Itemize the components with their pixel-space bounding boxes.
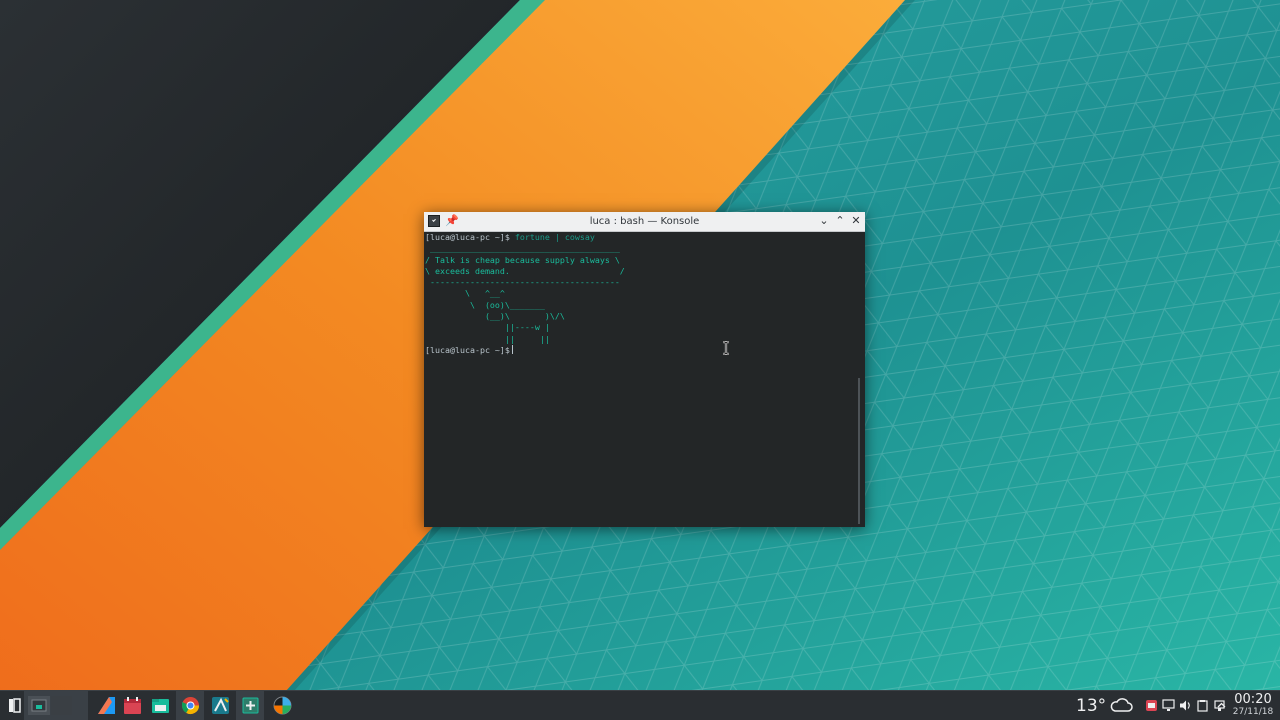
- terminal-output[interactable]: [luca@luca-pc ~]$ fortune | cowsay _____…: [425, 232, 855, 526]
- maximize-button[interactable]: ⌃: [833, 214, 847, 228]
- calendar-icon: [124, 697, 141, 714]
- expand-tray-icon[interactable]: [1215, 699, 1228, 712]
- command-line: [luca@luca-pc ~]$: [425, 344, 855, 356]
- weather-temperature[interactable]: 13°: [1076, 695, 1106, 717]
- ibeam-cursor-icon: [723, 341, 729, 355]
- cowsay-line: \ ^__^: [425, 288, 505, 299]
- command-text: fortune | cowsay: [509, 232, 595, 242]
- color-picker-button[interactable]: [268, 691, 296, 720]
- window-title: luca : bash — Konsole: [589, 216, 700, 227]
- prompt: [luca@luca-pc ~]$: [425, 232, 510, 242]
- color-icon: [273, 696, 292, 715]
- pager-icon: [28, 696, 72, 715]
- taskbar: 13° 00:20 27/11/18: [0, 690, 1280, 720]
- chromium-icon: [181, 697, 200, 715]
- cowsay-line: \ exceeds demand. /: [425, 265, 625, 276]
- desktop: 📌 luca : bash — Konsole ⌄ ⌃ ✕ [luca@luca…: [0, 0, 1280, 720]
- window-titlebar[interactable]: 📌 luca : bash — Konsole ⌄ ⌃ ✕: [424, 212, 865, 232]
- cloud-icon[interactable]: [1109, 696, 1133, 714]
- clipboard-icon[interactable]: [1196, 699, 1209, 712]
- cowsay-line: --------------------------------------: [425, 277, 620, 288]
- calendar-button[interactable]: [118, 691, 146, 720]
- add-icon: [242, 697, 259, 714]
- cowsay-line: ______________________________________: [425, 243, 620, 254]
- scrollbar-thumb[interactable]: [858, 378, 860, 524]
- text-cursor: [511, 344, 513, 354]
- close-button[interactable]: ✕: [849, 214, 863, 228]
- folder-icon: [152, 699, 169, 713]
- kate-button[interactable]: [92, 691, 120, 720]
- clock-time[interactable]: 00:20: [1228, 692, 1278, 707]
- add-widget-button[interactable]: [236, 691, 264, 720]
- kdevelop-icon: [212, 697, 229, 714]
- minimize-button[interactable]: ⌄: [817, 214, 831, 228]
- dolphin-button[interactable]: [146, 691, 174, 720]
- display-icon[interactable]: [1162, 699, 1175, 712]
- kate-icon: [98, 697, 115, 714]
- kdevelop-button[interactable]: [206, 691, 234, 720]
- launcher-icon: [9, 698, 21, 713]
- cowsay-line: \ (oo)\_______: [425, 299, 545, 310]
- command-line: [luca@luca-pc ~]$ fortune | cowsay: [425, 232, 855, 243]
- clock-date[interactable]: 27/11/18: [1228, 707, 1278, 718]
- cowsay-line: / Talk is cheap because supply always \: [425, 254, 620, 265]
- prompt: [luca@luca-pc ~]$: [425, 344, 510, 355]
- cowsay-line: || ||: [425, 333, 550, 344]
- pager[interactable]: [24, 691, 88, 720]
- cowsay-line: ||----w |: [425, 322, 550, 333]
- konsole-window[interactable]: 📌 luca : bash — Konsole ⌄ ⌃ ✕ [luca@luca…: [424, 212, 865, 527]
- notification-icon[interactable]: [1145, 699, 1158, 712]
- chromium-button[interactable]: [176, 691, 204, 720]
- volume-icon[interactable]: [1179, 699, 1192, 712]
- cowsay-line: (__)\ )\/\: [425, 311, 565, 322]
